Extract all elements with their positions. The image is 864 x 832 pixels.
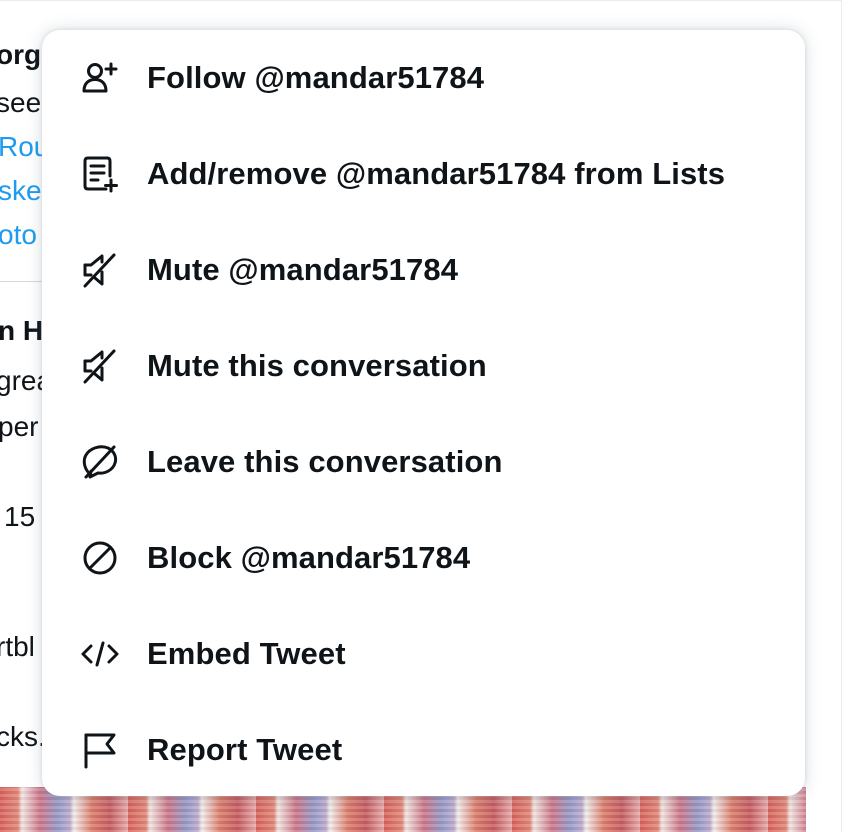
tweet-options-menu: Follow @mandar51784 Add/remove @mandar51…: [42, 30, 805, 796]
tweet-author-fragment: org: [0, 39, 42, 70]
menu-item-label: Follow @mandar51784: [147, 60, 485, 95]
mute-icon: [80, 346, 120, 386]
flag-icon: [80, 730, 120, 770]
mute-icon: [80, 250, 120, 290]
menu-item-label: Embed Tweet: [147, 636, 346, 671]
menu-item-block[interactable]: Block @mandar51784: [42, 510, 805, 606]
follow-user-icon: [80, 58, 120, 98]
tweet-text-fragment: 15: [4, 501, 36, 532]
menu-item-embed[interactable]: Embed Tweet: [42, 606, 805, 702]
menu-item-leave-conversation[interactable]: Leave this conversation: [42, 414, 805, 510]
menu-item-label: Report Tweet: [147, 732, 343, 767]
menu-item-mute-user[interactable]: Mute @mandar51784: [42, 222, 805, 318]
tweet-text-fragment: see: [0, 87, 42, 118]
tweet-link-fragment[interactable]: oto: [0, 221, 37, 249]
menu-item-mute-conversation[interactable]: Mute this conversation: [42, 318, 805, 414]
menu-item-label: Leave this conversation: [147, 444, 503, 479]
menu-item-label: Block @mandar51784: [147, 540, 471, 575]
block-icon: [80, 538, 120, 578]
tweet-link-fragment[interactable]: ske: [0, 177, 42, 205]
list-add-icon: [80, 154, 120, 194]
menu-item-report[interactable]: Report Tweet: [42, 702, 805, 798]
tweet-text-fragment: rtbl: [0, 631, 35, 662]
tweet-text-fragment: per: [0, 411, 39, 442]
menu-item-label: Add/remove @mandar51784 from Lists: [147, 156, 726, 191]
menu-item-label: Mute @mandar51784: [147, 252, 459, 287]
leave-icon: [80, 442, 120, 482]
embed-code-icon: [80, 634, 120, 674]
tweet-author-fragment: n H: [0, 315, 44, 346]
page: org see Rou ske oto n H grea per 15 rtbl…: [0, 0, 864, 832]
menu-item-follow[interactable]: Follow @mandar51784: [42, 30, 805, 126]
tweet-text-fragment: cks.: [0, 721, 46, 752]
menu-item-label: Mute this conversation: [147, 348, 487, 383]
menu-item-lists[interactable]: Add/remove @mandar51784 from Lists: [42, 126, 805, 222]
